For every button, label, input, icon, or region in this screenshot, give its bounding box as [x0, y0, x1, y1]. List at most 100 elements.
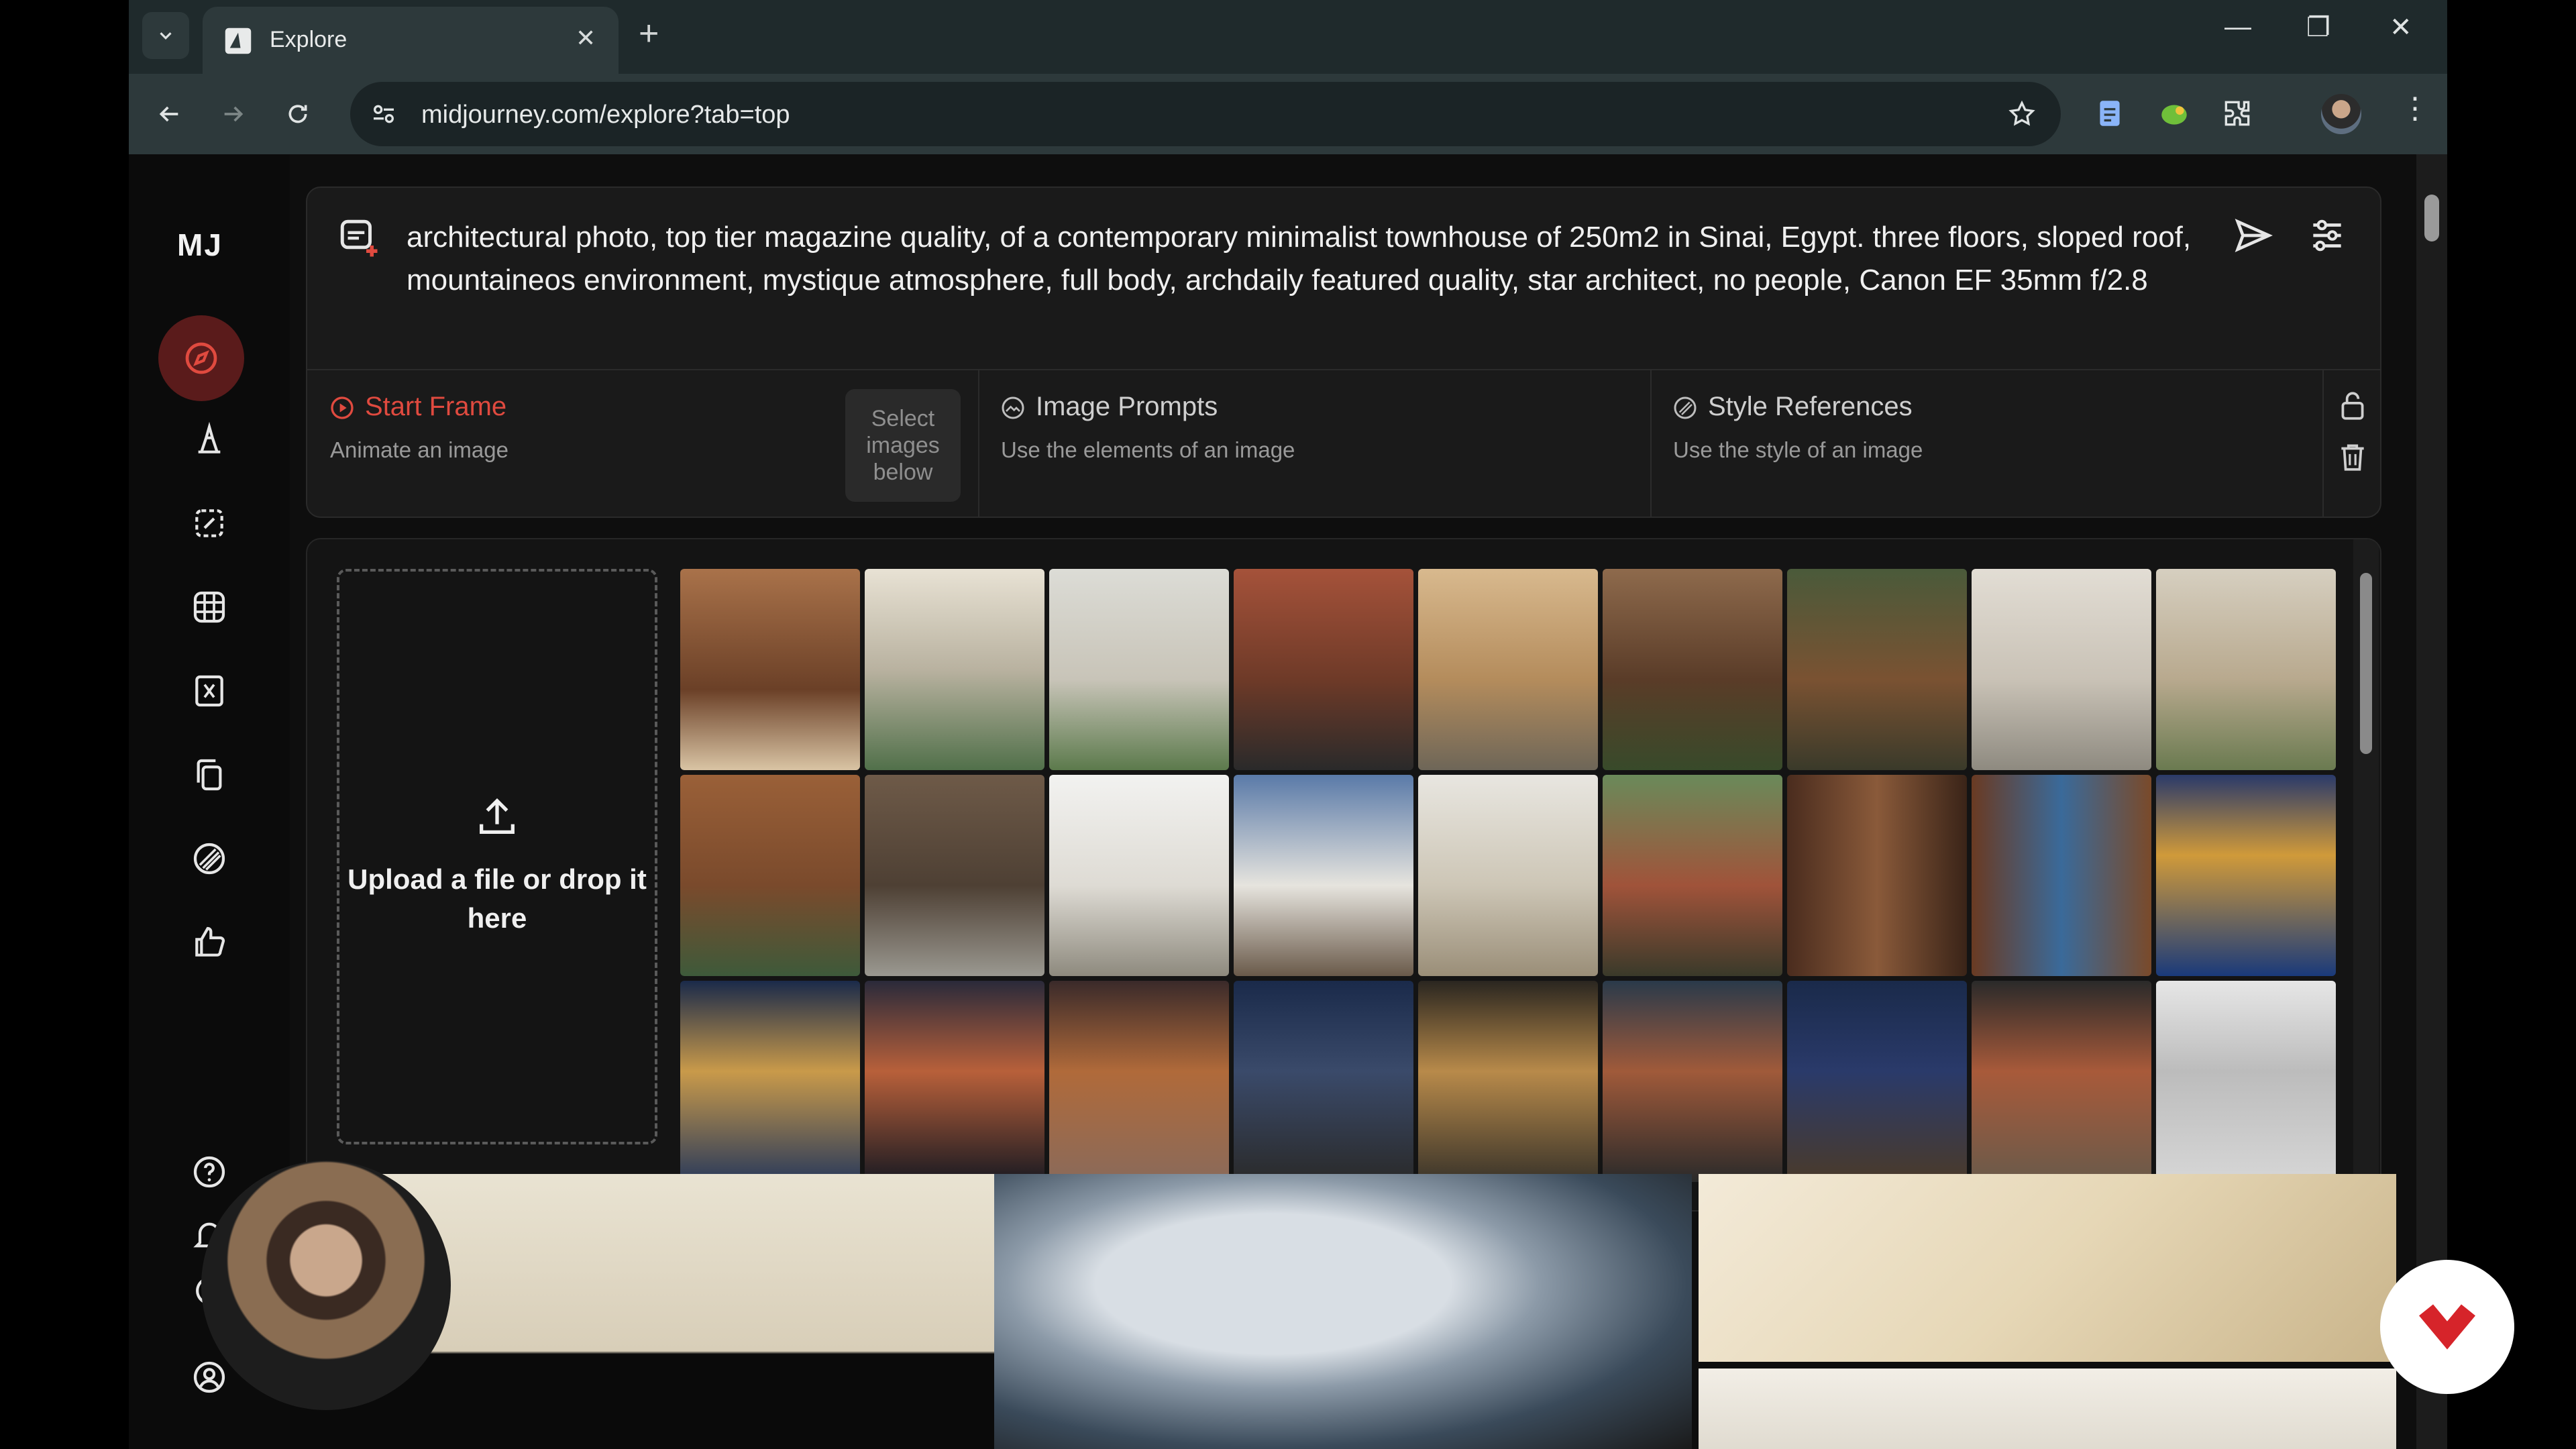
- forward-button[interactable]: [213, 94, 254, 134]
- upload-dropzone[interactable]: Upload a file or drop it here: [337, 569, 657, 1144]
- sidebar-item-organize[interactable]: [179, 577, 239, 637]
- back-button[interactable]: [149, 94, 189, 134]
- gallery-image[interactable]: [1699, 1174, 2396, 1362]
- unlock-icon[interactable]: [2336, 389, 2369, 423]
- chevron-down-icon: [160, 32, 172, 40]
- sidebar-item-create[interactable]: [179, 409, 239, 470]
- thumbs-up-icon: [195, 926, 225, 957]
- brand-logo-icon: [2419, 1304, 2475, 1350]
- grid-image[interactable]: [1234, 981, 1413, 1182]
- site-settings-icon[interactable]: [370, 101, 397, 127]
- select-images-label: Select images below: [866, 406, 940, 485]
- extensions-puzzle-icon[interactable]: [2220, 97, 2254, 130]
- add-image-icon[interactable]: [337, 216, 381, 260]
- upload-icon: [480, 798, 515, 834]
- sidebar-item-explore[interactable]: [158, 315, 244, 401]
- sidebar-item-likes[interactable]: [179, 912, 239, 973]
- grid-image[interactable]: [1972, 569, 2151, 770]
- brand-badge: [2380, 1260, 2514, 1394]
- tab-title: Explore: [270, 27, 347, 52]
- start-frame-subtitle: Animate an image: [330, 437, 508, 462]
- minimize-icon[interactable]: —: [2224, 12, 2251, 42]
- grid-image[interactable]: [1787, 775, 1967, 976]
- grid-image[interactable]: [1234, 569, 1413, 770]
- gallery-image[interactable]: [994, 1174, 1692, 1449]
- restore-icon[interactable]: ❐: [2306, 12, 2330, 43]
- grid-image[interactable]: [865, 981, 1044, 1182]
- reload-icon: [288, 105, 307, 123]
- image-prompts-section[interactable]: Image Prompts Use the elements of an ima…: [979, 370, 1650, 517]
- grid-image[interactable]: [865, 775, 1044, 976]
- sidebar-item-edit[interactable]: [179, 493, 239, 553]
- grid-image[interactable]: [1787, 569, 1967, 770]
- grid-image[interactable]: [1972, 775, 2151, 976]
- reload-button[interactable]: [278, 94, 318, 134]
- page-scrollbar-thumb[interactable]: [2424, 195, 2439, 241]
- extension-doc-icon[interactable]: [2093, 97, 2127, 130]
- image-prompt-icon: [1002, 396, 1024, 419]
- brush-icon: [198, 421, 221, 453]
- grid-image[interactable]: [1603, 775, 1782, 976]
- select-images-button[interactable]: Select images below: [845, 389, 961, 502]
- grid-image[interactable]: [2156, 981, 2336, 1182]
- close-tab-icon[interactable]: ✕: [576, 24, 596, 52]
- grid-image[interactable]: [2156, 569, 2336, 770]
- prompt-panel: architectural photo, top tier magazine q…: [306, 186, 2381, 518]
- play-circle-icon: [331, 396, 354, 419]
- image-prompts-title: Image Prompts: [1036, 392, 1218, 421]
- grid-image[interactable]: [1049, 569, 1229, 770]
- sidebar-item-style[interactable]: [179, 828, 239, 889]
- grid-image[interactable]: [1234, 775, 1413, 976]
- tab-explore[interactable]: Explore ✕: [203, 7, 619, 74]
- style-references-section[interactable]: Style References Use the style of an ima…: [1652, 370, 2322, 517]
- browser-menu-icon[interactable]: ⋮: [2400, 91, 2430, 125]
- settings-sliders-icon[interactable]: [2306, 215, 2348, 256]
- style-references-subtitle: Use the style of an image: [1673, 437, 1923, 462]
- grid-image[interactable]: [1418, 569, 1598, 770]
- grid-image[interactable]: [1972, 981, 2151, 1182]
- sidebar-item-personalize[interactable]: [179, 661, 239, 721]
- grid-image[interactable]: [1418, 981, 1598, 1182]
- grid-image[interactable]: [2156, 775, 2336, 976]
- profile-avatar[interactable]: [2321, 94, 2361, 134]
- start-frame-title: Start Frame: [365, 392, 507, 421]
- compass-icon: [185, 342, 217, 374]
- page-content: MJ architectural photo, top tier magazin…: [129, 154, 2447, 1449]
- copy-icon: [197, 759, 222, 791]
- page-scrollbar[interactable]: [2416, 154, 2447, 1449]
- url-text[interactable]: midjourney.com/explore?tab=top: [421, 101, 790, 129]
- grid-image[interactable]: [680, 981, 860, 1182]
- browser-window: Explore ✕ + — ❐ ✕ midjourney.com/explore…: [129, 0, 2447, 1449]
- sidebar-item-copy[interactable]: [179, 745, 239, 805]
- grid-image[interactable]: [1603, 981, 1782, 1182]
- address-bar[interactable]: midjourney.com/explore?tab=top: [350, 82, 2061, 146]
- style-icon: [193, 843, 225, 875]
- grid-image[interactable]: [1603, 569, 1782, 770]
- send-icon[interactable]: [2233, 215, 2274, 256]
- grid-image[interactable]: [865, 569, 1044, 770]
- section-divider: [2322, 370, 2324, 517]
- new-tab-icon[interactable]: +: [639, 13, 659, 54]
- grid-image[interactable]: [680, 569, 860, 770]
- grid-image[interactable]: [1049, 981, 1229, 1182]
- grid-image[interactable]: [1418, 775, 1598, 976]
- window-close-icon[interactable]: ✕: [2390, 12, 2412, 43]
- extension-chameleon-icon[interactable]: [2157, 97, 2191, 130]
- prompt-input[interactable]: architectural photo, top tier magazine q…: [407, 216, 2258, 302]
- sidebar-item-help[interactable]: [179, 1142, 239, 1202]
- scrollbar-thumb[interactable]: [2360, 573, 2372, 754]
- tab-search-button[interactable]: [142, 12, 189, 59]
- trash-icon[interactable]: [2336, 440, 2369, 474]
- account-icon: [193, 1361, 225, 1393]
- logo[interactable]: MJ: [177, 227, 223, 263]
- image-panel-scrollbar[interactable]: [2353, 539, 2379, 1210]
- arrow-right-icon: [224, 106, 244, 122]
- bookmark-star-icon[interactable]: [2007, 99, 2037, 129]
- grid-image[interactable]: [680, 775, 860, 976]
- webcam-overlay: [201, 1161, 451, 1410]
- grid-image[interactable]: [1787, 981, 1967, 1182]
- arrow-left-icon: [159, 106, 178, 122]
- upload-label: Upload a file or drop it here: [347, 863, 647, 934]
- gallery-image[interactable]: [1699, 1368, 2396, 1449]
- grid-image[interactable]: [1049, 775, 1229, 976]
